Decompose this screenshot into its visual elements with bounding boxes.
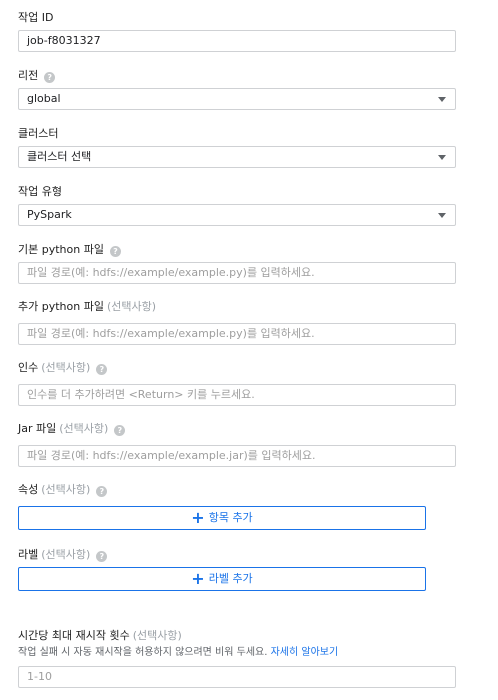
optional-tag: (선택사항) <box>59 422 109 435</box>
optional-tag: (선택사항) <box>106 300 157 313</box>
jar-label-row: Jar 파일 (선택사항)? <box>18 422 126 436</box>
jar-placeholder: 파일 경로(예: hdfs://example/example.jar)를 입력… <box>27 449 316 462</box>
arguments-label: 인수 <box>18 361 39 374</box>
job-id-value: job-f8031327 <box>27 34 101 47</box>
restarts-placeholder: 1-10 <box>27 670 52 683</box>
optional-tag: (선택사항) <box>132 629 182 642</box>
optional-tag: (선택사항) <box>41 548 91 561</box>
jar-input[interactable]: 파일 경로(예: hdfs://example/example.jar)를 입력… <box>18 445 456 467</box>
help-icon[interactable]: ? <box>96 364 108 375</box>
learn-more-link[interactable]: 자세히 알아보기 <box>271 647 339 658</box>
add-label-button[interactable]: + 라벨 추가 <box>18 567 426 591</box>
restarts-hint: 작업 실패 시 자동 재시작을 허용하지 않으려면 비워 두세요. <box>18 647 268 658</box>
help-icon[interactable]: ? <box>114 425 126 436</box>
help-icon[interactable]: ? <box>109 246 121 257</box>
extra-python-placeholder: 파일 경로(예: hdfs://example/example.py)를 입력하… <box>27 327 315 340</box>
job-id-input[interactable]: job-f8031327 <box>18 30 456 52</box>
properties-label-row: 속성 (선택사항)? <box>18 483 108 497</box>
arguments-input[interactable]: 인수를 더 추가하려면 <Return> 키를 누르세요. <box>18 384 456 406</box>
properties-label: 속성 <box>18 483 39 496</box>
main-python-label-row: 기본 python 파일? <box>18 243 121 257</box>
job-id-label: 작업 ID <box>18 11 54 24</box>
cluster-label: 클러스터 <box>18 127 59 140</box>
optional-tag: (선택사항) <box>41 361 91 374</box>
job-type-label: 작업 유형 <box>18 185 62 198</box>
dropdown-arrow-icon <box>438 97 446 102</box>
labels-label: 라벨 <box>18 548 39 561</box>
help-icon[interactable]: ? <box>96 486 108 497</box>
restarts-label-row: 시간당 최대 재시작 횟수 (선택사항) <box>18 629 182 643</box>
add-property-button[interactable]: + 항목 추가 <box>18 506 426 530</box>
extra-python-label-row: 추가 python 파일 (선택사항) <box>18 300 156 314</box>
job-type-value: PySpark <box>27 208 72 221</box>
region-label-row: 리전? <box>18 69 56 83</box>
help-icon[interactable]: ? <box>96 551 108 562</box>
help-icon[interactable]: ? <box>44 72 56 83</box>
restarts-input[interactable]: 1-10 <box>18 666 456 688</box>
plus-icon: + <box>191 508 205 527</box>
cluster-select[interactable]: 클러스터 선택 <box>18 146 456 168</box>
add-property-label: 항목 추가 <box>208 511 253 524</box>
region-value: global <box>27 92 61 105</box>
region-label: 리전 <box>18 69 39 82</box>
arguments-placeholder: 인수를 더 추가하려면 <Return> 키를 누르세요. <box>27 388 255 401</box>
main-python-input[interactable]: 파일 경로(예: hdfs://example/example.py)를 입력하… <box>18 262 456 284</box>
main-python-placeholder: 파일 경로(예: hdfs://example/example.py)를 입력하… <box>27 266 315 279</box>
restarts-hint-row: 작업 실패 시 자동 재시작을 허용하지 않으려면 비워 두세요. 자세히 알아… <box>18 646 338 660</box>
plus-icon: + <box>191 569 205 588</box>
add-label-label: 라벨 추가 <box>208 572 253 585</box>
labels-label-row: 라벨 (선택사항)? <box>18 548 108 562</box>
optional-tag: (선택사항) <box>41 483 91 496</box>
arguments-label-row: 인수 (선택사항)? <box>18 361 108 375</box>
dropdown-arrow-icon <box>438 213 446 218</box>
jar-label: Jar 파일 <box>18 422 57 435</box>
extra-python-input[interactable]: 파일 경로(예: hdfs://example/example.py)를 입력하… <box>18 323 456 345</box>
region-select[interactable]: global <box>18 88 456 110</box>
main-python-label: 기본 python 파일 <box>18 243 104 256</box>
extra-python-label: 추가 python 파일 <box>18 300 104 313</box>
job-type-select[interactable]: PySpark <box>18 204 456 226</box>
restarts-label: 시간당 최대 재시작 횟수 <box>18 629 130 642</box>
dropdown-arrow-icon <box>438 155 446 160</box>
cluster-value: 클러스터 선택 <box>27 150 92 163</box>
